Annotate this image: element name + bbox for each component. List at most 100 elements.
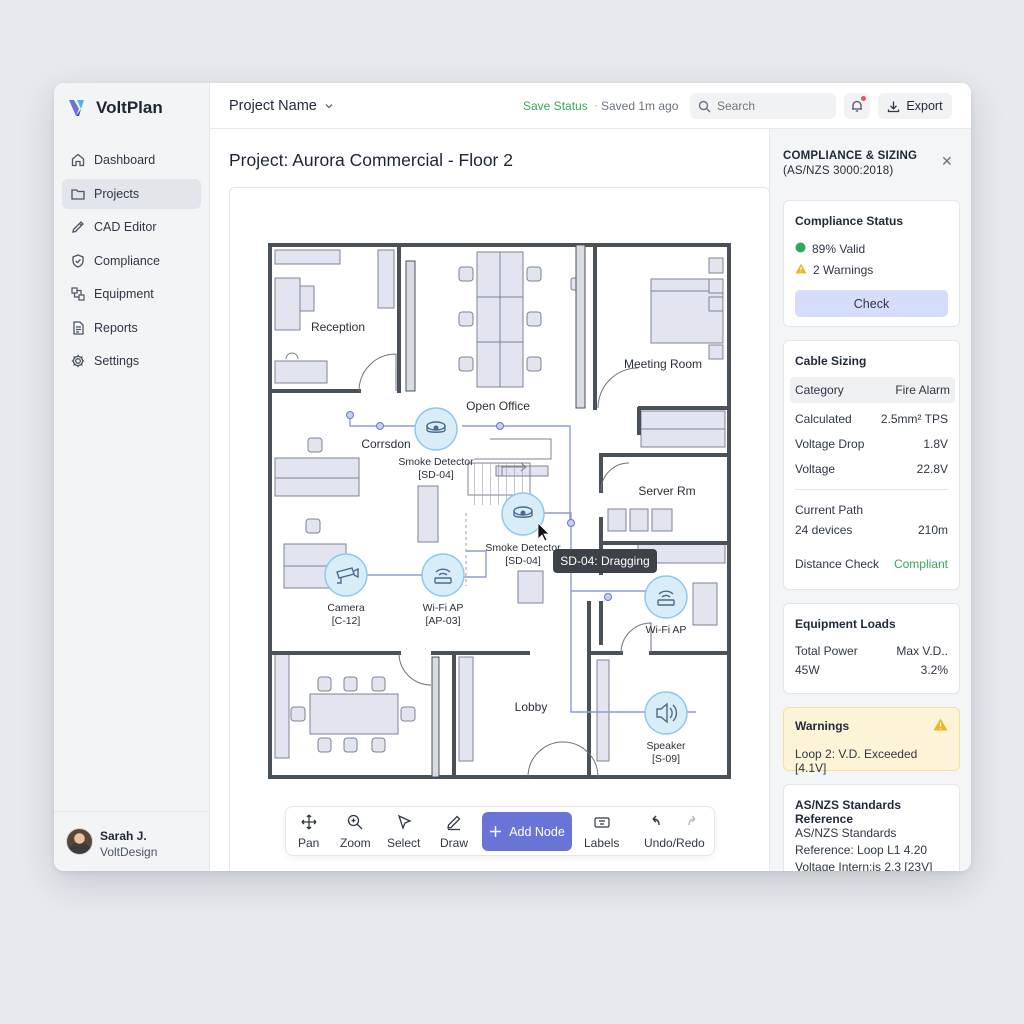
device-id: [S-09] (652, 753, 680, 765)
pan-tool[interactable]: Pan (298, 813, 319, 850)
device-node[interactable]: Camera [C-12] (324, 553, 368, 627)
valid-row: 89% Valid (795, 242, 948, 256)
sidebar-item-label: Reports (94, 320, 138, 335)
cursor-icon (537, 522, 550, 542)
add-node-button[interactable]: Add Node (482, 812, 572, 851)
card-title: Equipment Loads (795, 617, 896, 631)
brand[interactable]: VoltPlan (68, 97, 163, 119)
pan-label: Pan (298, 836, 320, 850)
device-node[interactable]: Wi-Fi AP (644, 575, 688, 636)
room-label-lobby: Lobby (515, 700, 548, 714)
select-tool[interactable]: Select (387, 813, 420, 850)
card-title: Compliance Status (795, 214, 904, 228)
max-vd-value: 3.2% (920, 663, 948, 677)
warning-icon (795, 263, 807, 274)
standards-line-1: AS/NZS Standards (795, 826, 897, 840)
category-label: Category (795, 383, 844, 397)
device-node[interactable]: Wi-Fi AP [AP-03] (421, 553, 465, 627)
shield-check-icon (72, 253, 84, 268)
zoom-label: Zoom (340, 836, 371, 850)
sidebar-item-reports[interactable]: Reports (62, 313, 201, 343)
total-power-value: 45W (795, 663, 820, 677)
card-title: Cable Sizing (795, 354, 867, 368)
sidebar-item-settings[interactable]: Settings (62, 346, 201, 376)
add-node-label: Add Node (509, 824, 565, 839)
export-button[interactable]: Export (878, 93, 952, 119)
top-bar: Project Name Save Status · Saved 1m ago … (210, 83, 971, 129)
page-title: Project: Aurora Commercial - Floor 2 (229, 150, 513, 170)
undo-redo-label: Undo/Redo (644, 836, 705, 850)
sidebar-item-projects[interactable]: Projects (62, 178, 201, 209)
warnings-text: 2 Warnings (813, 263, 874, 277)
device-type: Speaker (646, 740, 686, 752)
room-label-open-office: Open Office (466, 399, 530, 413)
search-box[interactable] (690, 93, 836, 119)
device-node[interactable]: Speaker [S-09] (644, 691, 688, 765)
category-select[interactable]: Category Fire Alarm (790, 377, 955, 403)
equipment-icon (71, 287, 85, 301)
save-status: Save Status (523, 99, 588, 113)
sidebar-item-label: Equipment (94, 287, 154, 301)
valid-text: 89% Valid (812, 242, 866, 256)
download-icon (888, 101, 900, 112)
select-label: Select (387, 836, 421, 850)
project-selector[interactable]: Project Name (229, 98, 335, 114)
standards-line: AS/NZS Standards (795, 826, 948, 840)
device-type: Wi-Fi AP (423, 602, 464, 614)
user-profile[interactable]: Sarah J. VoltDesign (54, 811, 210, 871)
device-count: 24 devices (795, 523, 853, 537)
pencil-icon (447, 815, 461, 831)
draw-tool[interactable]: Draw (440, 813, 468, 850)
current-path-label: Current Path (795, 503, 864, 517)
label-icon (594, 817, 610, 828)
warning-text: Loop 2: V.D. Exceeded [4.1V] (795, 747, 918, 775)
search-input[interactable] (717, 99, 827, 113)
close-icon[interactable]: ✕ (941, 153, 953, 170)
sidebar-item-cad-editor[interactable]: CAD Editor (62, 212, 201, 242)
zoom-tool[interactable]: Zoom (340, 813, 371, 850)
divider (795, 489, 948, 490)
room-label-server-room: Server Rm (638, 484, 695, 498)
standards-line-2: Reference: Loop L1 4.20 (795, 843, 928, 857)
compliance-panel: COMPLIANCE & SIZING (AS/NZS 3000:2018) ✕… (769, 129, 971, 871)
equipment-loads-card: Equipment Loads Total Power Max V.D.. 45W… (783, 603, 960, 694)
undo-redo-tool[interactable]: Undo/Redo (644, 813, 705, 850)
draw-label: Draw (440, 836, 469, 850)
app-window: VoltPlan Dashboard Projects CAD Editor C… (54, 83, 971, 871)
calculated-row: Calculated 2.5mm² TPS (795, 412, 948, 426)
sidebar: VoltPlan Dashboard Projects CAD Editor C… (54, 83, 210, 871)
labels-label: Labels (584, 836, 620, 850)
home-icon (71, 153, 85, 167)
check-button[interactable]: Check (795, 290, 948, 317)
sidebar-item-dashboard[interactable]: Dashboard (62, 145, 201, 175)
voltplan-logo-icon (69, 100, 84, 116)
sidebar-item-equipment[interactable]: Equipment (62, 279, 201, 309)
panel-title: COMPLIANCE & SIZING (AS/NZS 3000:2018) (783, 149, 917, 179)
sidebar-item-label: Compliance (94, 253, 161, 268)
sidebar-item-label: Settings (94, 354, 140, 368)
cable-sizing-card: Cable Sizing Category Fire Alarm Calcula… (783, 340, 960, 590)
devices-row: 24 devices 210m (795, 523, 948, 537)
sidebar-item-compliance[interactable]: Compliance (62, 246, 201, 276)
user-org: VoltDesign (100, 845, 158, 859)
floor-plan[interactable]: Reception Open Office Meeting Room Corrs… (266, 241, 733, 781)
notifications-button[interactable] (844, 93, 870, 119)
room-label-reception: Reception (311, 320, 365, 334)
labels-tool[interactable]: Labels (584, 813, 619, 850)
loads-value-row: 45W 3.2% (795, 663, 948, 677)
warning-row[interactable]: Loop 2: V.D. Exceeded [4.1V] (795, 747, 948, 775)
user-name: Sarah J. (100, 829, 147, 843)
device-type: Wi-Fi AP (646, 624, 687, 636)
brand-name: VoltPlan (96, 98, 163, 117)
path-distance: 210m (917, 523, 948, 537)
standards-line: Voltage Intern:is 2.3 [23V] (795, 860, 948, 871)
undo-redo-icon (652, 815, 696, 826)
device-id: [AP-03] (425, 615, 460, 627)
device-type: Smoke Detector (398, 456, 474, 468)
panel-subtitle: (AS/NZS 3000:2018) (783, 165, 894, 177)
sidebar-item-label: Projects (94, 186, 140, 201)
separator-dot: · (594, 98, 598, 112)
device-id: [C-12] (332, 615, 361, 627)
voltage-drop-row: Voltage Drop 1.8V (795, 437, 948, 451)
zoom-icon (348, 814, 363, 830)
